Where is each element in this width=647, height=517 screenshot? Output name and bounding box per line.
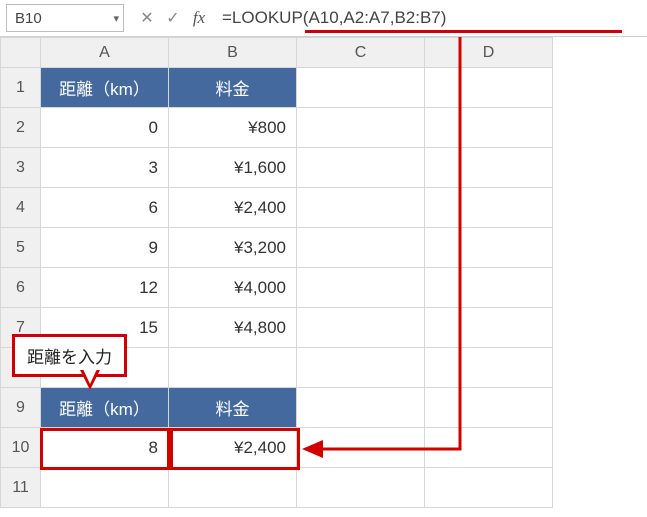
fx-icon: fx	[193, 8, 205, 28]
chevron-down-icon[interactable]: ▾	[113, 12, 119, 25]
x-icon: ✕	[140, 8, 153, 28]
confirm-formula-button[interactable]: ✓	[160, 5, 186, 31]
name-box-text: B10	[15, 10, 42, 27]
formula-input[interactable]: =LOOKUP(A10,A2:A7,B2:B7)	[212, 5, 647, 31]
annotation-arrow	[0, 37, 647, 517]
cancel-formula-button[interactable]: ✕	[134, 5, 160, 31]
formula-content: =LOOKUP(A10,A2:A7,B2:B7)	[222, 8, 446, 27]
insert-function-button[interactable]: fx	[186, 5, 212, 31]
spreadsheet-grid[interactable]: A B C D 1 距離（km） 料金 2 0 ¥800 3 3 ¥1,600 …	[0, 37, 647, 508]
formula-bar: B10 ▾ ✕ ✓ fx =LOOKUP(A10,A2:A7,B2:B7)	[0, 0, 647, 37]
check-icon: ✓	[166, 8, 179, 28]
name-box[interactable]: B10 ▾	[6, 4, 124, 32]
formula-highlight-underline	[305, 30, 622, 33]
